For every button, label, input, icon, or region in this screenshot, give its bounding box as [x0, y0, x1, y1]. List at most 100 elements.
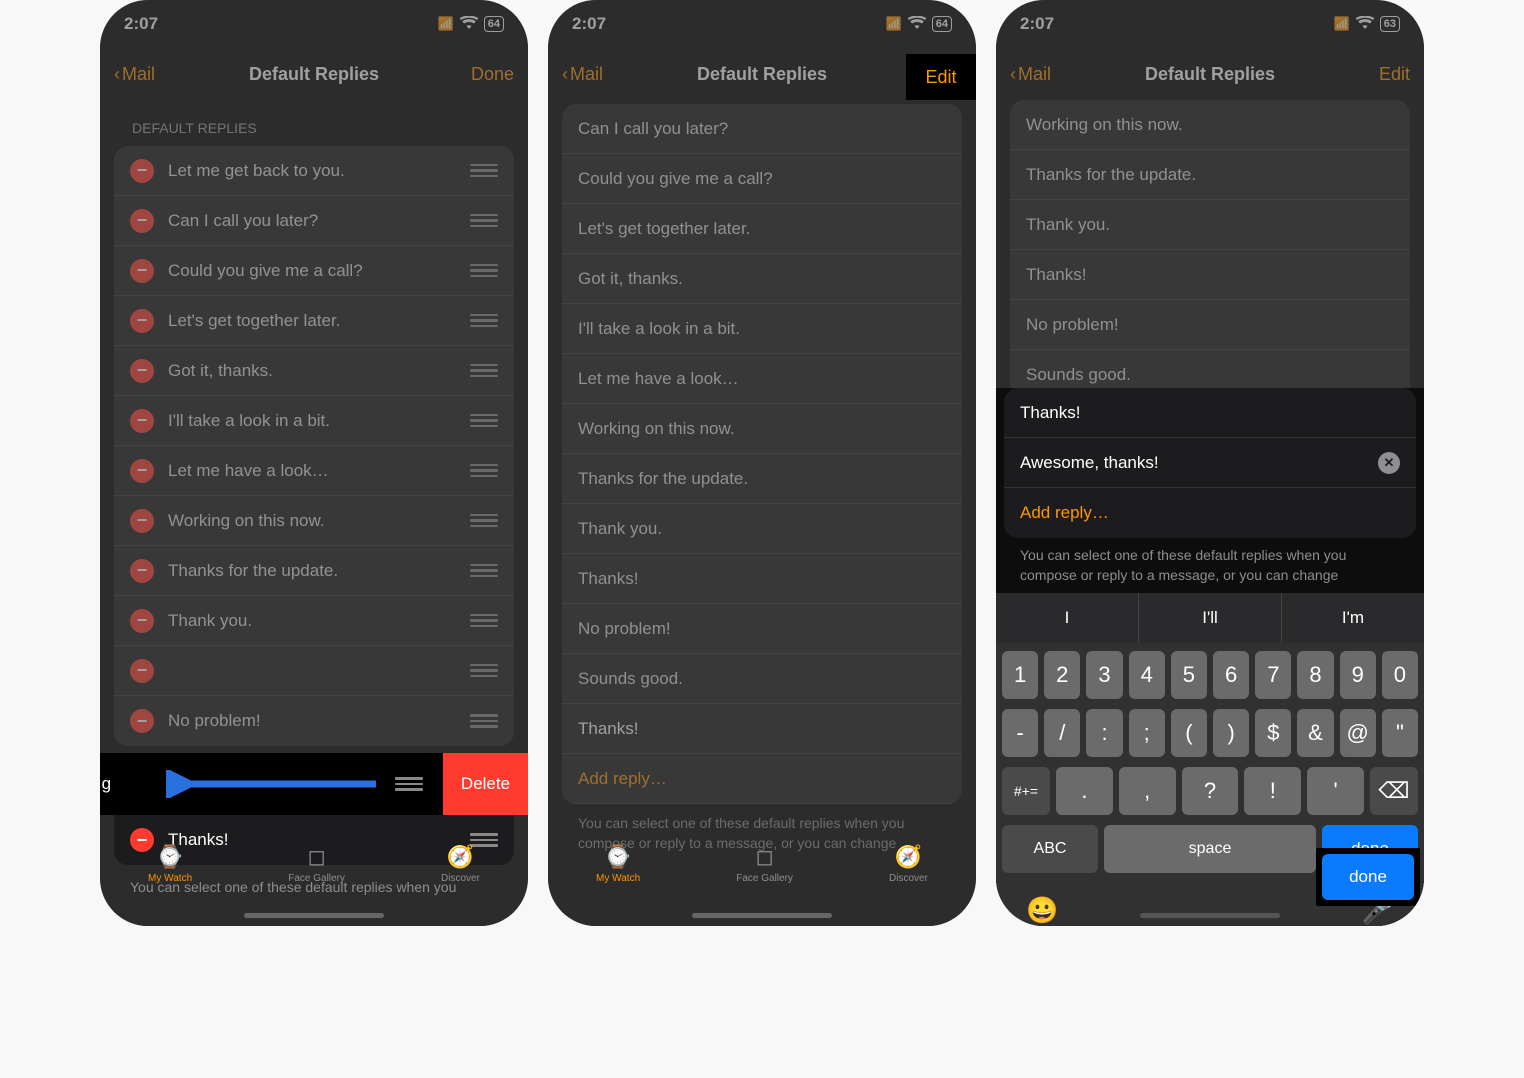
reply-row[interactable]: −Let me have a look…	[114, 446, 514, 496]
suggestion[interactable]: I'll	[1139, 593, 1282, 643]
drag-handle-icon[interactable]	[470, 314, 498, 328]
reply-row[interactable]: No problem!	[1010, 300, 1410, 350]
delete-minus-icon[interactable]: −	[130, 159, 154, 183]
reply-row[interactable]: −Let's get together later.	[114, 296, 514, 346]
swiped-row[interactable]: unds g Delete	[100, 753, 528, 815]
reply-row[interactable]: −I'll take a look in a bit.	[114, 396, 514, 446]
reply-row[interactable]: Working on this now.	[1010, 100, 1410, 150]
reply-row[interactable]: Working on this now.	[562, 404, 962, 454]
tab-face-gallery[interactable]: ◻Face Gallery	[288, 844, 345, 884]
add-reply-button[interactable]: Add reply…	[562, 754, 962, 804]
delete-minus-icon[interactable]: −	[130, 659, 154, 683]
edit-highlight[interactable]: Edit	[906, 54, 976, 100]
drag-handle-icon[interactable]	[470, 614, 498, 628]
done-key-highlighted[interactable]: done	[1322, 854, 1414, 900]
drag-handle-icon[interactable]	[470, 464, 498, 478]
tab-discover[interactable]: 🧭Discover	[441, 844, 480, 884]
edit-button[interactable]: Edit	[1379, 64, 1410, 85]
reply-row[interactable]: Thanks for the update.	[1010, 150, 1410, 200]
tab-my-watch[interactable]: ⌚My Watch	[596, 844, 640, 884]
key[interactable]: 7	[1255, 651, 1291, 699]
back-button[interactable]: ‹ Mail	[562, 64, 603, 85]
key[interactable]: '	[1307, 767, 1364, 815]
drag-handle-icon[interactable]	[470, 514, 498, 528]
space-key[interactable]: space	[1104, 825, 1316, 873]
key[interactable]: ;	[1129, 709, 1165, 757]
reply-row[interactable]: Could you give me a call?	[562, 154, 962, 204]
reply-row[interactable]: −Could you give me a call?	[114, 246, 514, 296]
delete-button[interactable]: Delete	[443, 753, 528, 815]
delete-minus-icon[interactable]: −	[130, 209, 154, 233]
drag-handle-icon[interactable]	[470, 164, 498, 178]
reply-row[interactable]: I'll take a look in a bit.	[562, 304, 962, 354]
drag-handle-icon[interactable]	[470, 664, 498, 678]
drag-handle-icon[interactable]	[395, 777, 423, 791]
delete-minus-icon[interactable]: −	[130, 309, 154, 333]
reply-row[interactable]: Thanks!	[1010, 250, 1410, 300]
add-reply-button[interactable]: Add reply…	[1004, 488, 1416, 538]
key[interactable]: 1	[1002, 651, 1038, 699]
reply-input-row[interactable]: Awesome, thanks! ✕	[1004, 438, 1416, 488]
delete-minus-icon[interactable]: −	[130, 259, 154, 283]
reply-row[interactable]: No problem!	[562, 604, 962, 654]
reply-row[interactable]: −Thank you.	[114, 596, 514, 646]
delete-minus-icon[interactable]: −	[130, 359, 154, 383]
reply-row[interactable]: Sounds good.	[562, 654, 962, 704]
suggestion[interactable]: I'm	[1282, 593, 1424, 643]
delete-minus-icon[interactable]: −	[130, 509, 154, 533]
done-button[interactable]: Done	[471, 64, 514, 85]
suggestion[interactable]: I	[996, 593, 1139, 643]
reply-row[interactable]: Let's get together later.	[562, 204, 962, 254]
key[interactable]: ?	[1182, 767, 1239, 815]
reply-row[interactable]: −Can I call you later?	[114, 196, 514, 246]
key[interactable]: 9	[1340, 651, 1376, 699]
drag-handle-icon[interactable]	[470, 564, 498, 578]
key[interactable]: !	[1244, 767, 1301, 815]
key[interactable]: 2	[1044, 651, 1080, 699]
key[interactable]: /	[1044, 709, 1080, 757]
reply-row[interactable]: −Thanks for the update.	[114, 546, 514, 596]
drag-handle-icon[interactable]	[470, 264, 498, 278]
shift-key[interactable]: #+=	[1002, 767, 1050, 815]
delete-minus-icon[interactable]: −	[130, 409, 154, 433]
key[interactable]: -	[1002, 709, 1038, 757]
reply-row[interactable]: Thanks!	[562, 704, 962, 754]
key[interactable]: "	[1382, 709, 1418, 757]
key[interactable]: 5	[1171, 651, 1207, 699]
delete-minus-icon[interactable]: −	[130, 709, 154, 733]
key[interactable]: (	[1171, 709, 1207, 757]
home-indicator[interactable]	[692, 913, 832, 918]
key[interactable]: 3	[1086, 651, 1122, 699]
drag-handle-icon[interactable]	[470, 414, 498, 428]
reply-row[interactable]: Can I call you later?	[562, 104, 962, 154]
reply-row[interactable]: −Got it, thanks.	[114, 346, 514, 396]
reply-row[interactable]: Let me have a look…	[562, 354, 962, 404]
key[interactable]: @	[1340, 709, 1376, 757]
delete-minus-icon[interactable]: −	[130, 559, 154, 583]
drag-handle-icon[interactable]	[470, 714, 498, 728]
delete-minus-icon[interactable]: −	[130, 609, 154, 633]
reply-row[interactable]: Thank you.	[1010, 200, 1410, 250]
home-indicator[interactable]	[244, 913, 384, 918]
tab-my-watch[interactable]: ⌚My Watch	[148, 844, 192, 884]
key[interactable]: :	[1086, 709, 1122, 757]
key[interactable]: 4	[1129, 651, 1165, 699]
reply-row[interactable]: Thanks for the update.	[562, 454, 962, 504]
reply-row[interactable]: −	[114, 646, 514, 696]
delete-key[interactable]: ⌫	[1370, 767, 1418, 815]
drag-handle-icon[interactable]	[470, 214, 498, 228]
reply-row[interactable]: Thanks!	[562, 554, 962, 604]
tab-face-gallery[interactable]: ◻Face Gallery	[736, 844, 793, 884]
key[interactable]: .	[1056, 767, 1113, 815]
key[interactable]: ,	[1119, 767, 1176, 815]
tab-discover[interactable]: 🧭Discover	[889, 844, 928, 884]
key[interactable]: $	[1255, 709, 1291, 757]
home-indicator[interactable]	[1140, 913, 1280, 918]
reply-row[interactable]: −Working on this now.	[114, 496, 514, 546]
emoji-icon[interactable]: 😀	[1026, 895, 1058, 926]
key[interactable]: 0	[1382, 651, 1418, 699]
reply-row[interactable]: −Let me get back to you.	[114, 146, 514, 196]
drag-handle-icon[interactable]	[470, 364, 498, 378]
back-button[interactable]: ‹ Mail	[1010, 64, 1051, 85]
delete-minus-icon[interactable]: −	[130, 459, 154, 483]
